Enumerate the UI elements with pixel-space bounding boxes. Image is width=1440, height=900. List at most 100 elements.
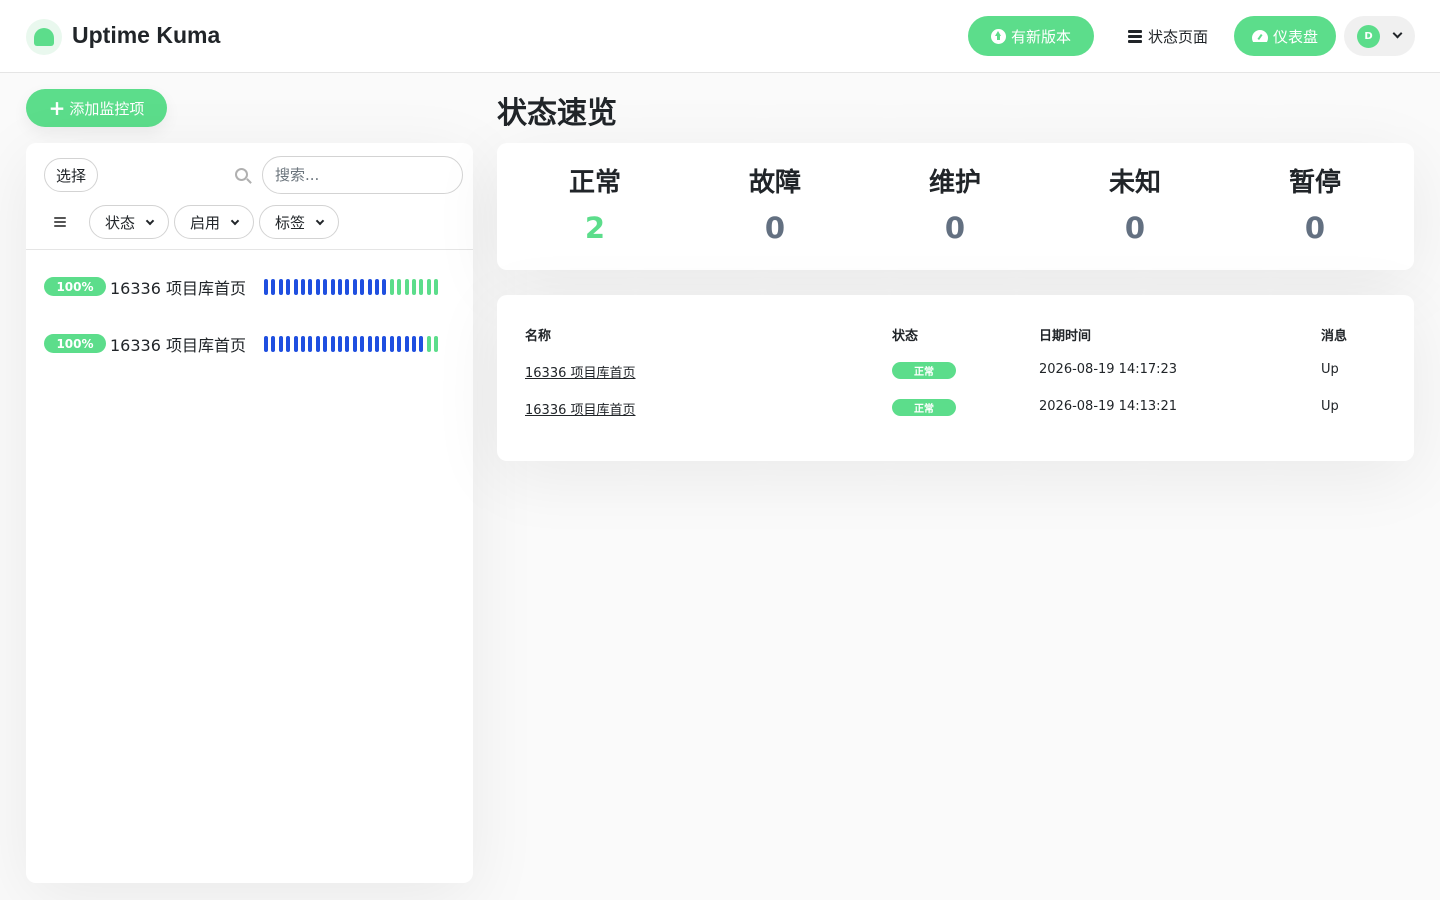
heartbeat-beat[interactable] — [308, 279, 313, 295]
filter-status-dropdown[interactable]: 状态 — [89, 205, 169, 239]
stat-value: 2 — [584, 211, 606, 245]
event-monitor-link[interactable]: 16336 项目库首页 — [525, 399, 636, 418]
heartbeat-beat[interactable] — [308, 336, 313, 352]
heartbeat-beat[interactable] — [271, 279, 276, 295]
heartbeat-beat[interactable] — [404, 336, 409, 352]
heartbeat-beat[interactable] — [264, 279, 268, 295]
uptime-badge: 100% — [44, 334, 106, 353]
heartbeat-beat[interactable] — [375, 336, 379, 352]
heartbeat-beat[interactable] — [338, 336, 342, 352]
heartbeat-beat[interactable] — [323, 336, 328, 352]
heartbeat-beat[interactable] — [360, 336, 365, 352]
select-button[interactable]: 选择 — [44, 158, 98, 192]
event-datetime: 2026-08-19 14:17:23 — [1039, 362, 1178, 377]
heartbeat-beat[interactable] — [419, 336, 424, 352]
heartbeat-beat[interactable] — [367, 279, 372, 295]
stat-unknown: 未知 0 — [1045, 143, 1225, 270]
avatar: D — [1357, 25, 1380, 48]
monitor-list-item[interactable]: 100% 16336 项目库首页 — [26, 318, 473, 368]
heartbeat-beat[interactable] — [382, 279, 387, 295]
important-events-table: 名称 状态 日期时间 消息 16336 项目库首页 正常 2026-08-19 … — [497, 295, 1414, 461]
chevron-down-icon — [145, 216, 155, 226]
status-pages-link[interactable]: 状态页面 — [1118, 16, 1218, 56]
column-header-name: 名称 — [525, 329, 552, 344]
heartbeat-beat[interactable] — [434, 336, 439, 352]
heartbeat-beat[interactable] — [419, 279, 424, 295]
heartbeat-beat[interactable] — [338, 279, 342, 295]
monitor-list-item[interactable]: 100% 16336 项目库首页 — [26, 261, 473, 311]
stat-label: 维护 — [928, 168, 981, 198]
heartbeat-beat[interactable] — [286, 279, 291, 295]
dashboard-label: 仪表盘 — [1272, 27, 1318, 46]
stat-label: 未知 — [1108, 168, 1161, 198]
arrow-up-circle-icon — [990, 28, 1006, 44]
stat-value: 0 — [764, 211, 786, 245]
heartbeat-beat[interactable] — [330, 279, 335, 295]
stat-value: 0 — [944, 211, 966, 245]
add-monitor-button[interactable]: + 添加监控项 — [26, 89, 167, 127]
heartbeat-beat[interactable] — [330, 336, 335, 352]
heartbeat-beat[interactable] — [382, 336, 387, 352]
stat-label: 正常 — [568, 168, 621, 198]
status-pages-label: 状态页面 — [1147, 27, 1208, 46]
add-monitor-label: 添加监控项 — [69, 99, 145, 118]
heartbeat-beat[interactable] — [412, 279, 416, 295]
heartbeat-beat[interactable] — [404, 279, 409, 295]
search-input[interactable] — [262, 156, 463, 194]
filter-active-dropdown[interactable]: 启用 — [174, 205, 254, 239]
heartbeat-beat[interactable] — [397, 336, 402, 352]
heartbeat-beat[interactable] — [426, 279, 431, 295]
heartbeat-beat[interactable] — [367, 336, 372, 352]
uptime-kuma-logo-icon[interactable] — [26, 19, 62, 55]
status-badge: 正常 — [892, 399, 956, 416]
event-datetime: 2026-08-19 14:13:21 — [1039, 399, 1178, 414]
brand-title[interactable]: Uptime Kuma — [72, 22, 220, 49]
heartbeat-beat[interactable] — [315, 279, 320, 295]
tachometer-icon — [1252, 30, 1268, 42]
uptime-badge: 100% — [44, 277, 106, 296]
heartbeat-beat[interactable] — [412, 336, 416, 352]
dashboard-button[interactable]: 仪表盘 — [1234, 16, 1336, 56]
heartbeat-beat[interactable] — [293, 336, 298, 352]
filter-tags-dropdown[interactable]: 标签 — [259, 205, 339, 239]
heartbeat-beat[interactable] — [323, 279, 328, 295]
heartbeat-beat[interactable] — [352, 336, 357, 352]
heartbeat-beat[interactable] — [271, 336, 276, 352]
heartbeat-beat[interactable] — [301, 336, 305, 352]
heartbeat-beat[interactable] — [293, 279, 298, 295]
chevron-down-icon — [230, 216, 240, 226]
heartbeat-beat[interactable] — [375, 279, 379, 295]
heartbeat-beat[interactable] — [286, 336, 291, 352]
heartbeat-beat[interactable] — [345, 279, 350, 295]
filter-status-label: 状态 — [105, 213, 136, 232]
filter-icon — [54, 217, 67, 228]
profile-dropdown[interactable]: D — [1344, 16, 1415, 56]
heartbeat-beat[interactable] — [315, 336, 320, 352]
heartbeat-beat[interactable] — [264, 336, 268, 352]
heartbeat-beat[interactable] — [360, 279, 365, 295]
stat-paused: 暂停 0 — [1225, 143, 1405, 270]
heartbeat-beat[interactable] — [352, 279, 357, 295]
heartbeat-beat[interactable] — [345, 336, 350, 352]
heartbeat-beat[interactable] — [278, 336, 283, 352]
column-header-message: 消息 — [1321, 329, 1348, 344]
page-title: 状态速览 — [497, 96, 617, 131]
heartbeat-beat[interactable] — [397, 279, 402, 295]
stat-label: 暂停 — [1288, 168, 1341, 198]
heartbeat-beat[interactable] — [278, 279, 283, 295]
stat-maintenance: 维护 0 — [865, 143, 1045, 270]
event-monitor-link[interactable]: 16336 项目库首页 — [525, 362, 636, 381]
heartbeat-beat[interactable] — [301, 279, 305, 295]
event-message: Up — [1321, 399, 1339, 414]
stat-value: 0 — [1124, 211, 1146, 245]
column-header-datetime: 日期时间 — [1039, 329, 1092, 344]
plus-icon: + — [48, 96, 66, 120]
heartbeat-beat[interactable] — [426, 336, 431, 352]
heartbeat-beat[interactable] — [434, 279, 439, 295]
top-navbar: Uptime Kuma 有新版本 状态页面 仪表盘 D — [0, 0, 1440, 73]
divider — [26, 249, 473, 250]
new-version-button[interactable]: 有新版本 — [968, 16, 1094, 56]
heartbeat-beat[interactable] — [389, 279, 394, 295]
heartbeat-beat[interactable] — [389, 336, 394, 352]
stat-label: 故障 — [748, 168, 801, 198]
